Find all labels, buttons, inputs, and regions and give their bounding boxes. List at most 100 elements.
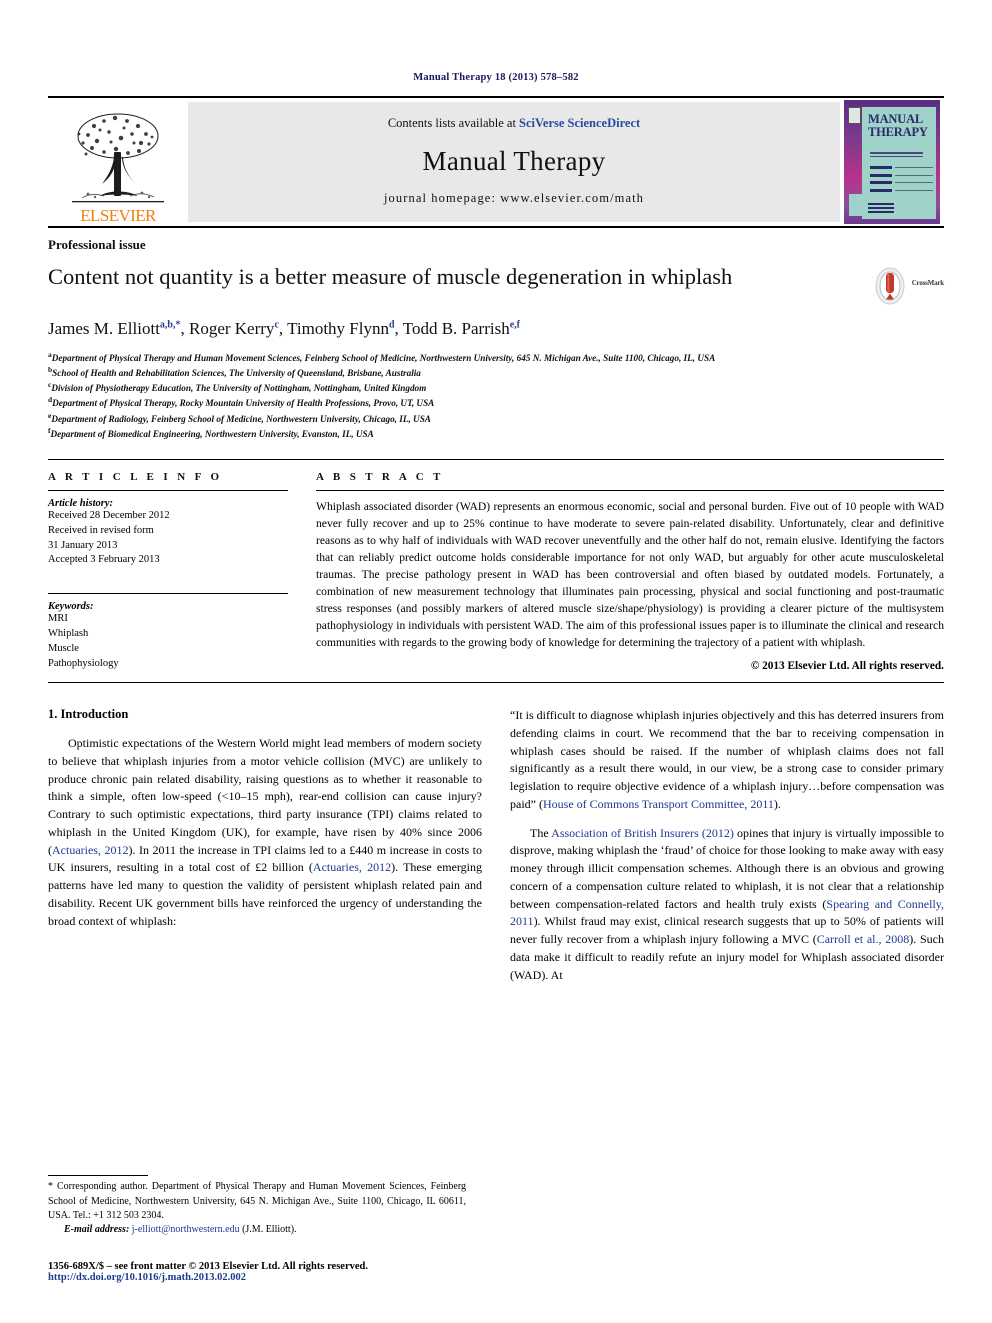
author-marks: e,f bbox=[509, 319, 520, 331]
journal-masthead: ELSEVIER Contents lists available at Sci… bbox=[48, 96, 944, 228]
elsevier-tree-icon bbox=[72, 113, 164, 203]
footnote-email-line: E-mail address: j-elliott@northwestern.e… bbox=[48, 1224, 466, 1235]
author-name: Timothy Flynn bbox=[287, 319, 389, 338]
article-info-column: A R T I C L E I N F O Article history: R… bbox=[48, 471, 316, 672]
abstract-column: A B S T R A C T Whiplash associated diso… bbox=[316, 471, 944, 672]
citation-link[interactable]: Association of British Insurers (2012) bbox=[551, 826, 734, 840]
author-marks: d bbox=[388, 319, 395, 331]
paragraph: The Association of British Insurers (201… bbox=[510, 825, 944, 985]
author-marks: c bbox=[274, 319, 279, 331]
affiliation: cDivision of Physiotherapy Education, Th… bbox=[48, 380, 944, 395]
affiliation-text: School of Health and Rehabilitation Scie… bbox=[52, 368, 421, 379]
divider bbox=[48, 682, 944, 684]
page-footer: 1356-689X/$ – see front matter © 2013 El… bbox=[48, 1261, 508, 1283]
abstract-copyright: © 2013 Elsevier Ltd. All rights reserved… bbox=[750, 660, 944, 673]
footnote-body: Corresponding author. Department of Phys… bbox=[48, 1181, 466, 1221]
affiliation: eDepartment of Radiology, Feinberg Schoo… bbox=[48, 411, 944, 426]
sciencedirect-brand[interactable]: SciVerse ScienceDirect bbox=[519, 116, 640, 130]
cover-contents-lines bbox=[870, 166, 933, 196]
cover-title-line2: THERAPY bbox=[868, 124, 928, 139]
author: Todd B. Parrishe,f bbox=[403, 319, 520, 338]
elsevier-wordmark: ELSEVIER bbox=[80, 206, 156, 225]
cover-subtitle-lines bbox=[870, 152, 933, 159]
affiliation-text: Department of Physical Therapy, Rocky Mo… bbox=[52, 398, 435, 409]
keyword: Whiplash bbox=[48, 628, 89, 640]
crossmark-area[interactable]: CrossMark bbox=[872, 262, 944, 306]
paper-page: Manual Therapy 18 (2013) 578–582 ELSEVIE… bbox=[0, 0, 992, 1323]
footnote-text: * Corresponding author. Department of Ph… bbox=[48, 1180, 466, 1223]
cover-footer-block bbox=[849, 194, 863, 216]
contents-prefix: Contents lists available at bbox=[387, 116, 520, 130]
affiliation: dDepartment of Physical Therapy, Rocky M… bbox=[48, 395, 944, 410]
article-history-item: Received 28 December 2012 bbox=[48, 509, 170, 521]
cover-art: MANUAL THERAPY bbox=[844, 100, 940, 224]
block-quote: “It is difficult to diagnose whiplash in… bbox=[510, 707, 944, 814]
crossmark-label: CrossMark bbox=[911, 279, 944, 287]
keyword: MRI bbox=[48, 613, 68, 625]
body-column-left: 1. Introduction Optimistic expectations … bbox=[48, 707, 482, 995]
info-abstract-block: A R T I C L E I N F O Article history: R… bbox=[48, 458, 944, 672]
author-list: James M. Elliotta,b,*, Roger Kerryc, Tim… bbox=[48, 319, 520, 338]
crossmark-badge-icon[interactable]: CrossMark bbox=[874, 266, 944, 306]
paragraph-text: Optimistic expectations of the Western W… bbox=[48, 736, 482, 857]
page-title: Content not quantity is a better measure… bbox=[48, 264, 733, 289]
author-name: Todd B. Parrish bbox=[402, 319, 510, 338]
issn-copyright-line: 1356-689X/$ – see front matter © 2013 El… bbox=[48, 1261, 368, 1272]
doi-link[interactable]: http://dx.doi.org/10.1016/j.math.2013.02… bbox=[48, 1272, 508, 1283]
journal-seal-icon bbox=[848, 107, 861, 124]
author: James M. Elliotta,b,* bbox=[48, 319, 180, 338]
email-owner: (J.M. Elliott). bbox=[242, 1224, 297, 1235]
sciencedirect-banner: Contents lists available at SciVerse Sci… bbox=[188, 102, 840, 222]
contents-available-line: Contents lists available at SciVerse Sci… bbox=[388, 116, 640, 131]
author: Timothy Flynnd bbox=[287, 319, 394, 338]
title-row: Content not quantity is a better measure… bbox=[48, 262, 944, 306]
article-history-item: Received in revised form bbox=[48, 524, 154, 536]
citation-link[interactable]: Actuaries, 2012 bbox=[52, 843, 128, 857]
paragraph-text: The bbox=[530, 825, 552, 840]
cover-title: MANUAL THERAPY bbox=[868, 113, 928, 138]
affiliation-text: Department of Radiology, Feinberg School… bbox=[51, 413, 431, 424]
affiliation-text: Division of Physiotherapy Education, The… bbox=[51, 383, 427, 394]
quote-text: “It is difficult to diagnose whiplash in… bbox=[510, 708, 945, 811]
affiliation-text: Department of Biomedical Engineering, No… bbox=[50, 428, 374, 439]
keyword: Pathophysiology bbox=[48, 658, 119, 670]
publisher-logo: ELSEVIER bbox=[48, 98, 188, 226]
author-marks: a,b,* bbox=[159, 319, 181, 331]
divider bbox=[316, 489, 944, 491]
email-address[interactable]: j-elliott@northwestern.edu bbox=[132, 1224, 240, 1235]
running-head: Manual Therapy 18 (2013) 578–582 bbox=[413, 72, 579, 83]
journal-cover-thumbnail[interactable]: MANUAL THERAPY bbox=[840, 98, 944, 226]
citation-link[interactable]: Carroll et al., 2008 bbox=[817, 932, 910, 946]
divider bbox=[48, 1175, 148, 1177]
quote-text: ). bbox=[773, 796, 781, 811]
email-label: E-mail address: bbox=[64, 1224, 130, 1235]
journal-name: Manual Therapy bbox=[422, 145, 606, 176]
body-columns: 1. Introduction Optimistic expectations … bbox=[48, 707, 944, 995]
keywords-label: Keywords: bbox=[48, 601, 94, 613]
affiliation-list: aDepartment of Physical Therapy and Huma… bbox=[48, 350, 944, 441]
corresponding-author-footnote: * Corresponding author. Department of Ph… bbox=[48, 1175, 466, 1235]
keyword: Muscle bbox=[48, 643, 79, 655]
citation-link[interactable]: Actuaries, 2012 bbox=[313, 860, 391, 874]
abstract-heading: A B S T R A C T bbox=[316, 470, 444, 483]
article-history-item: 31 January 2013 bbox=[48, 539, 118, 551]
divider bbox=[48, 489, 288, 491]
author-name: James M. Elliott bbox=[48, 319, 160, 338]
affiliation-text: Department of Physical Therapy and Human… bbox=[51, 353, 716, 364]
article-history-label: Article history: bbox=[48, 497, 114, 509]
article-info-heading: A R T I C L E I N F O bbox=[48, 470, 223, 483]
section-heading-introduction: 1. Introduction bbox=[48, 707, 129, 722]
affiliation: fDepartment of Biomedical Engineering, N… bbox=[48, 426, 944, 441]
affiliation: bSchool of Health and Rehabilitation Sci… bbox=[48, 365, 944, 380]
body-column-right: “It is difficult to diagnose whiplash in… bbox=[510, 707, 944, 995]
abstract-text: Whiplash associated disorder (WAD) repre… bbox=[316, 499, 944, 649]
article-section-type: Professional issue bbox=[48, 237, 146, 252]
author: Roger Kerryc bbox=[189, 319, 279, 338]
cover-footer-lines bbox=[868, 203, 894, 215]
journal-homepage[interactable]: journal homepage: www.elsevier.com/math bbox=[384, 191, 644, 206]
author-name: Roger Kerry bbox=[188, 319, 275, 338]
paragraph: Optimistic expectations of the Western W… bbox=[48, 735, 482, 930]
affiliation: aDepartment of Physical Therapy and Huma… bbox=[48, 350, 944, 365]
citation-link[interactable]: House of Commons Transport Committee, 20… bbox=[543, 797, 774, 811]
divider bbox=[48, 593, 288, 595]
